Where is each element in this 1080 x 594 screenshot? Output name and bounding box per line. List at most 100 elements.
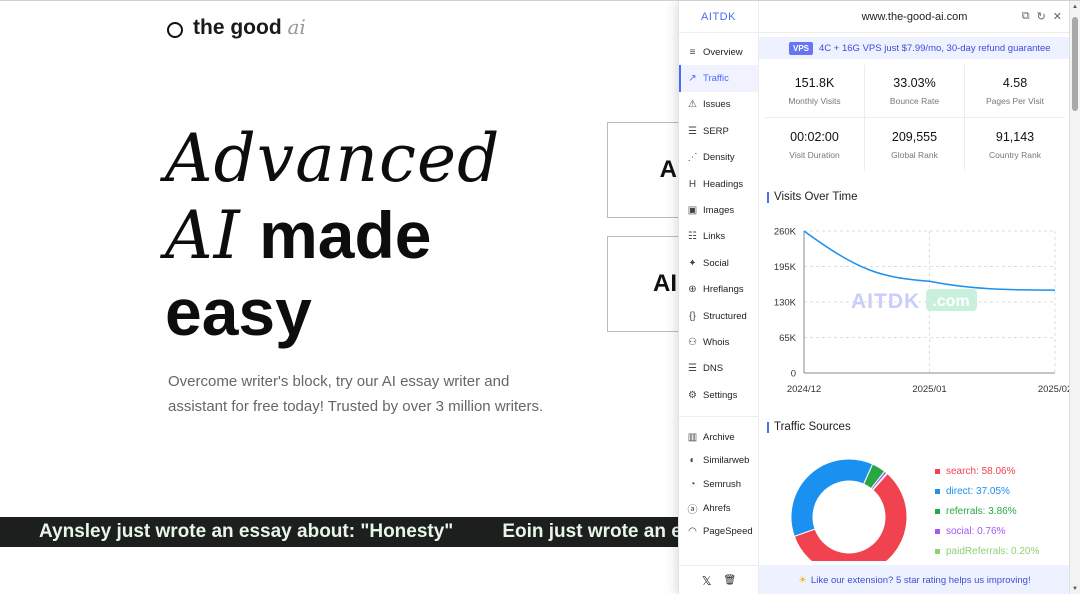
serp-icon: ☰	[688, 125, 697, 137]
hero-heading: Advanced AI made easy	[165, 121, 500, 350]
site-logo[interactable]: the good ai	[167, 15, 306, 40]
nav-item-whois[interactable]: ⚇ Whois	[679, 329, 758, 355]
site-url: www.the-good-ai.com	[861, 10, 968, 23]
stat-card: 4.58 Pages Per Visit	[965, 65, 1065, 118]
stat-value: 33.03%	[893, 76, 936, 90]
scroll-down-icon[interactable]: ▼	[1072, 586, 1078, 592]
nav-item-traffic[interactable]: ↗ Traffic	[679, 65, 758, 92]
nav-item-headings[interactable]: H Headings	[679, 171, 758, 197]
nav-item-label: Settings	[703, 389, 738, 401]
y-tick-label: 195K	[774, 262, 797, 273]
stat-value: 209,555	[891, 129, 938, 144]
nav-item-dns[interactable]: ☰ DNS	[679, 356, 758, 382]
nav-item-ahrefs[interactable]: ⓐ Ahrefs	[679, 496, 758, 520]
legend-swatch	[935, 508, 940, 514]
nav-item-overview[interactable]: ≡ Overview	[679, 39, 758, 65]
archive-icon: ▥	[687, 431, 698, 443]
extension-main: www.the-good-ai.com ⧉ ↻ ✕ VPS 4C + 16G V…	[759, 1, 1070, 594]
hero-subtitle: Overcome writer's block, try our AI essa…	[168, 373, 544, 415]
stat-value: 4.58	[1002, 76, 1028, 90]
nav-item-label: Issues	[703, 99, 731, 111]
nav-item-label: Density	[703, 152, 735, 164]
traffic-sources-donut	[790, 458, 908, 561]
watermark-text: AITDK	[851, 290, 920, 313]
y-tick-label: 65K	[779, 333, 797, 344]
legend-label: social: 0.76%	[946, 525, 1006, 537]
legend-item-paidreferrals[interactable]: paidReferrals: 0.20%	[935, 541, 1039, 561]
stat-value: 151.8K	[794, 76, 835, 90]
nav-item-hreflangs[interactable]: ⊕ Hreflangs	[679, 277, 758, 303]
x-tick-label: 2024/12	[787, 384, 821, 395]
stat-card: 151.8K Monthly Visits	[765, 65, 865, 118]
density-icon: ⋰	[687, 152, 698, 164]
nav-item-serp[interactable]: ☰ SERP	[679, 118, 758, 144]
extension-sidebar: AITDK ≡ Overview ↗ Traffic ⚠ Issues ☰ SERP ⋰ Dens…	[679, 1, 759, 594]
feature-card-1[interactable]: A	[607, 122, 687, 218]
nav-item-archive[interactable]: ▥ Archive	[679, 425, 758, 449]
nav-item-label: Traffic	[703, 73, 729, 85]
hero-line-3: easy	[165, 275, 312, 349]
legend-item-search[interactable]: search: 58.06%	[935, 462, 1039, 482]
y-tick-label: 130K	[774, 298, 797, 309]
page-scrollbar[interactable]: ▲ ▼	[1069, 1, 1080, 594]
similarweb-icon: ◐	[689, 455, 696, 467]
nav-item-label: Structured	[703, 310, 747, 322]
nav-item-label: Headings	[703, 178, 744, 190]
nav-item-issues[interactable]: ⚠ Issues	[679, 92, 758, 118]
nav-item-pagespeed[interactable]: ◠ PageSpeed	[679, 520, 758, 544]
stat-value: 91,143	[995, 129, 1035, 144]
nav-item-semrush[interactable]: ◔ Semrush	[679, 473, 758, 497]
ahrefs-icon: ⓐ	[687, 504, 698, 516]
scroll-up-icon[interactable]: ▲	[1072, 4, 1078, 10]
nav-item-links[interactable]: ☷ Links	[679, 224, 758, 250]
rating-promo[interactable]: ☀ Like our extension? 5 star rating help…	[759, 565, 1070, 594]
stat-label: Visit Duration	[789, 149, 840, 160]
y-tick-label: 260K	[774, 227, 797, 238]
rating-promo-text: Like our extension? 5 star rating helps …	[810, 574, 1031, 586]
nav-item-density[interactable]: ⋰ Density	[679, 145, 758, 171]
legend-swatch	[935, 469, 940, 475]
structured-icon: {}	[689, 310, 696, 322]
nav-item-social[interactable]: ✦ Social	[679, 250, 758, 276]
traffic-sources-title: Traffic Sources	[767, 421, 851, 433]
y-tick-label: 0	[791, 369, 796, 380]
dns-icon: ☰	[688, 363, 697, 375]
feature-card-1-label: A	[659, 156, 677, 183]
trash-icon[interactable]: 🗑	[723, 575, 736, 586]
nav-item-label: Images	[703, 205, 735, 217]
legend-item-direct[interactable]: direct: 37.05%	[935, 482, 1039, 502]
traffic-stats-grid: 151.8K Monthly Visits 33.03% Bounce Rate 4.5…	[765, 65, 1070, 171]
hreflangs-icon: ⊕	[688, 284, 697, 296]
nav-item-settings[interactable]: ⚙ Settings	[679, 382, 758, 408]
nav-item-structured[interactable]: {} Structured	[679, 303, 758, 329]
nav-item-similarweb[interactable]: ◐ Similarweb	[679, 449, 758, 473]
close-icon[interactable]: ✕	[1053, 10, 1062, 23]
refresh-icon[interactable]: ↻	[1037, 10, 1046, 23]
nav-item-label: Archive	[703, 431, 735, 443]
vps-banner[interactable]: VPS 4C + 16G VPS just $7.99/mo, 30-day r…	[759, 37, 1070, 59]
section-accent	[767, 421, 769, 433]
legend-label: direct: 37.05%	[946, 486, 1010, 498]
legend-item-social[interactable]: social: 0.76%	[935, 521, 1039, 541]
vps-tag: VPS	[789, 41, 814, 55]
sidebar-footer: 𝕏 🗑	[679, 565, 759, 594]
nav-item-label: Semrush	[703, 478, 742, 490]
logo-text: the good	[193, 16, 282, 39]
x-tick-label: 2025/01	[912, 384, 946, 395]
scroll-thumb[interactable]	[1072, 17, 1078, 111]
activity-ticker: Aynsley just wrote an essay about: "Hone…	[0, 517, 690, 547]
legend-label: paidReferrals: 0.20%	[946, 545, 1040, 557]
screen: the good ai Advanced AI made easy Overco…	[0, 0, 1080, 594]
nav-item-images[interactable]: ▣ Images	[679, 197, 758, 223]
crop-icon[interactable]: ⧉	[1022, 10, 1030, 23]
feature-card-2[interactable]: AI	[607, 236, 687, 332]
stat-value: 00:02:00	[790, 129, 839, 144]
legend-item-referrals[interactable]: referrals: 3.86%	[935, 502, 1039, 522]
legend-label: referrals: 3.86%	[946, 505, 1017, 517]
hero-line-2: AI made	[165, 197, 500, 274]
nav-item-label: Hreflangs	[703, 284, 744, 296]
x-icon[interactable]: 𝕏	[702, 574, 712, 588]
stat-card: 33.03% Bounce Rate	[865, 65, 965, 118]
traffic-sources-legend: search: 58.06% direct: 37.05% referrals: 3…	[935, 462, 1039, 561]
issues-icon: ⚠	[688, 99, 697, 111]
